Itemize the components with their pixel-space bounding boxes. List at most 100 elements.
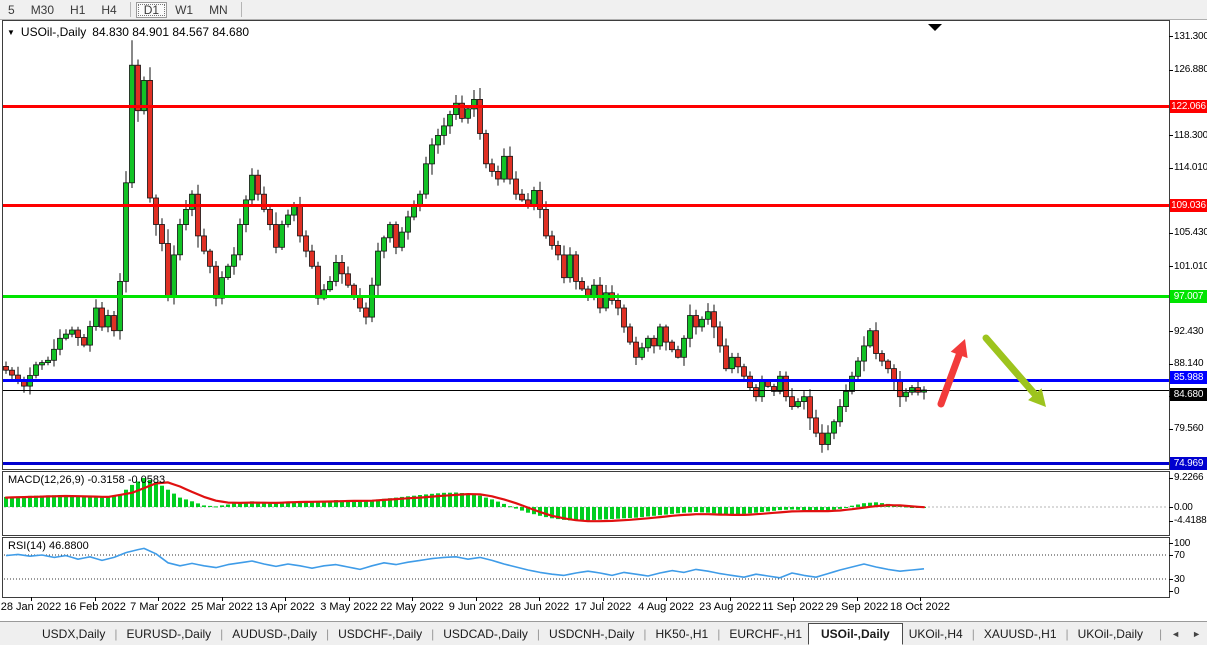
axis-tick — [1169, 543, 1173, 544]
y-axis-tick-label: 0 — [1174, 586, 1207, 597]
axis-tick — [1169, 135, 1173, 136]
symbol-tab-eurusd-daily[interactable]: EURUSD-,Daily — [120, 624, 217, 644]
date-label: 22 May 2022 — [377, 601, 447, 613]
y-axis-tick-label: 100 — [1174, 538, 1207, 549]
axis-tick — [1169, 591, 1173, 592]
rsi-indicator-label: RSI(14) 46.8800 — [8, 540, 89, 552]
date-label: 9 Jun 2022 — [441, 601, 511, 613]
toolbar-separator — [130, 2, 131, 17]
y-axis-tick-label: 92.430 — [1174, 326, 1207, 337]
price-level-badge: 109.036 — [1170, 199, 1207, 212]
symbol-tab-xauusd-h1[interactable]: XAUUSD-,H1 — [978, 624, 1063, 644]
timeframe-button-5[interactable]: 5 — [0, 2, 23, 18]
axis-tick — [1169, 36, 1173, 37]
scroll-to-end-marker[interactable] — [928, 24, 942, 31]
bullish-arrow[interactable] — [941, 339, 968, 404]
timeframe-button-m30[interactable]: M30 — [23, 2, 62, 18]
tab-separator: | — [1156, 627, 1165, 641]
timeframe-button-h4[interactable]: H4 — [93, 2, 124, 18]
date-label: 4 Aug 2022 — [631, 601, 701, 613]
timeframe-button-mn[interactable]: MN — [201, 2, 236, 18]
y-axis-tick-label: 126.880 — [1174, 64, 1207, 75]
y-axis-tick-label: 105.430 — [1174, 227, 1207, 238]
timeframe-toolbar: 5M30H1H4 D1W1MN — [0, 0, 1207, 20]
symbol-tab-hk50-h1[interactable]: HK50-,H1 — [650, 624, 715, 644]
symbol-tab-usdchf-daily[interactable]: USDCHF-,Daily — [332, 624, 428, 644]
date-label: 7 Mar 2022 — [123, 601, 193, 613]
axis-tick — [1169, 507, 1173, 508]
axis-tick — [1169, 331, 1173, 332]
symbol-tab-usoil-daily[interactable]: USOil-,Daily — [808, 623, 903, 645]
symbol-tab-ukoil-h4[interactable]: UKOil-,H4 — [903, 624, 969, 644]
chart-ohlc-values: 84.830 84.901 84.567 84.680 — [92, 25, 249, 39]
y-axis-tick-label: -4.4188 — [1174, 515, 1207, 526]
axis-tick — [1169, 478, 1173, 479]
y-axis-tick-label: 70 — [1174, 550, 1207, 561]
axis-tick — [1169, 555, 1173, 556]
symbol-tab-usdx-daily[interactable]: USDX,Daily — [36, 624, 111, 644]
date-label: 18 Oct 2022 — [885, 601, 955, 613]
symbol-tab-usdcad-daily[interactable]: USDCAD-,Daily — [437, 624, 534, 644]
date-label: 28 Jun 2022 — [504, 601, 574, 613]
price-level-badge: 97.007 — [1170, 290, 1207, 303]
annotation-overlay — [0, 0, 1207, 645]
chart-title-row: ▼ USOil-,Daily 84.830 84.901 84.567 84.6… — [7, 25, 249, 39]
tab-separator: | — [969, 627, 978, 641]
y-axis-tick-label: 114.010 — [1174, 162, 1207, 173]
tab-separator: | — [1063, 627, 1072, 641]
symbol-tab-ukoil-daily[interactable]: UKOil-,Daily — [1072, 624, 1149, 644]
timeframe-button-d1[interactable]: D1 — [136, 2, 167, 18]
y-axis-tick-label: 0.00 — [1174, 502, 1207, 513]
date-label: 11 Sep 2022 — [758, 601, 828, 613]
y-axis-tick-label: 30 — [1174, 574, 1207, 585]
y-axis-tick-label: 9.2266 — [1174, 472, 1207, 483]
tab-separator: | — [323, 627, 332, 641]
y-axis-tick-label: 79.560 — [1174, 423, 1207, 434]
price-level-badge: 84.680 — [1170, 388, 1207, 401]
y-axis-tick-label: 101.010 — [1174, 261, 1207, 272]
tab-separator: | — [714, 627, 723, 641]
tab-separator: | — [111, 627, 120, 641]
symbol-tab-usdcnh-daily[interactable]: USDCNH-,Daily — [543, 624, 640, 644]
trading-terminal-window: { "toolbar": { "buttons": ["5", "M30", "… — [0, 0, 1207, 645]
tab-nav: |◄► — [1156, 627, 1207, 641]
axis-tick — [1169, 70, 1173, 71]
axis-tick — [1169, 579, 1173, 580]
date-label: 23 Aug 2022 — [695, 601, 765, 613]
bearish-arrow[interactable] — [986, 338, 1046, 407]
price-level-badge: 74.969 — [1170, 457, 1207, 470]
tab-separator: | — [640, 627, 649, 641]
tab-separator: | — [428, 627, 437, 641]
collapse-triangle-icon[interactable]: ▼ — [7, 28, 15, 37]
price-level-badge: 122.066 — [1170, 100, 1207, 113]
date-label: 3 May 2022 — [314, 601, 384, 613]
symbol-tab-bar: USDX,Daily|EURUSD-,Daily|AUDUSD-,Daily|U… — [0, 621, 1207, 645]
date-label: 28 Jan 2022 — [0, 601, 66, 613]
date-label: 16 Feb 2022 — [60, 601, 130, 613]
toolbar-separator — [241, 2, 242, 17]
axis-tick — [1169, 429, 1173, 430]
axis-tick — [1169, 521, 1173, 522]
price-level-badge: 85.988 — [1170, 371, 1207, 384]
timeframe-button-h1[interactable]: H1 — [62, 2, 93, 18]
axis-tick — [1169, 233, 1173, 234]
tabs-scroll-right-icon[interactable]: ► — [1186, 629, 1207, 639]
chart-symbol-label: USOil-,Daily — [21, 25, 86, 39]
symbol-tab-audusd-daily[interactable]: AUDUSD-,Daily — [226, 624, 323, 644]
date-label: 13 Apr 2022 — [250, 601, 320, 613]
date-label: 25 Mar 2022 — [187, 601, 257, 613]
symbol-tab-eurchf-h1[interactable]: EURCHF-,H1 — [723, 624, 808, 644]
axis-tick — [1169, 266, 1173, 267]
y-axis-tick-label: 131.300 — [1174, 31, 1207, 42]
tab-separator: | — [217, 627, 226, 641]
tabs-scroll-left-icon[interactable]: ◄ — [1165, 629, 1186, 639]
y-axis-tick-label: 88.140 — [1174, 358, 1207, 369]
macd-indicator-label: MACD(12,26,9) -0.3158 -0.0583 — [8, 474, 165, 486]
y-axis-tick-label: 118.300 — [1174, 130, 1207, 141]
axis-tick — [1169, 168, 1173, 169]
timeframe-button-w1[interactable]: W1 — [167, 2, 201, 18]
date-label: 29 Sep 2022 — [822, 601, 892, 613]
tab-separator: | — [534, 627, 543, 641]
date-label: 17 Jul 2022 — [568, 601, 638, 613]
axis-tick — [1169, 364, 1173, 365]
